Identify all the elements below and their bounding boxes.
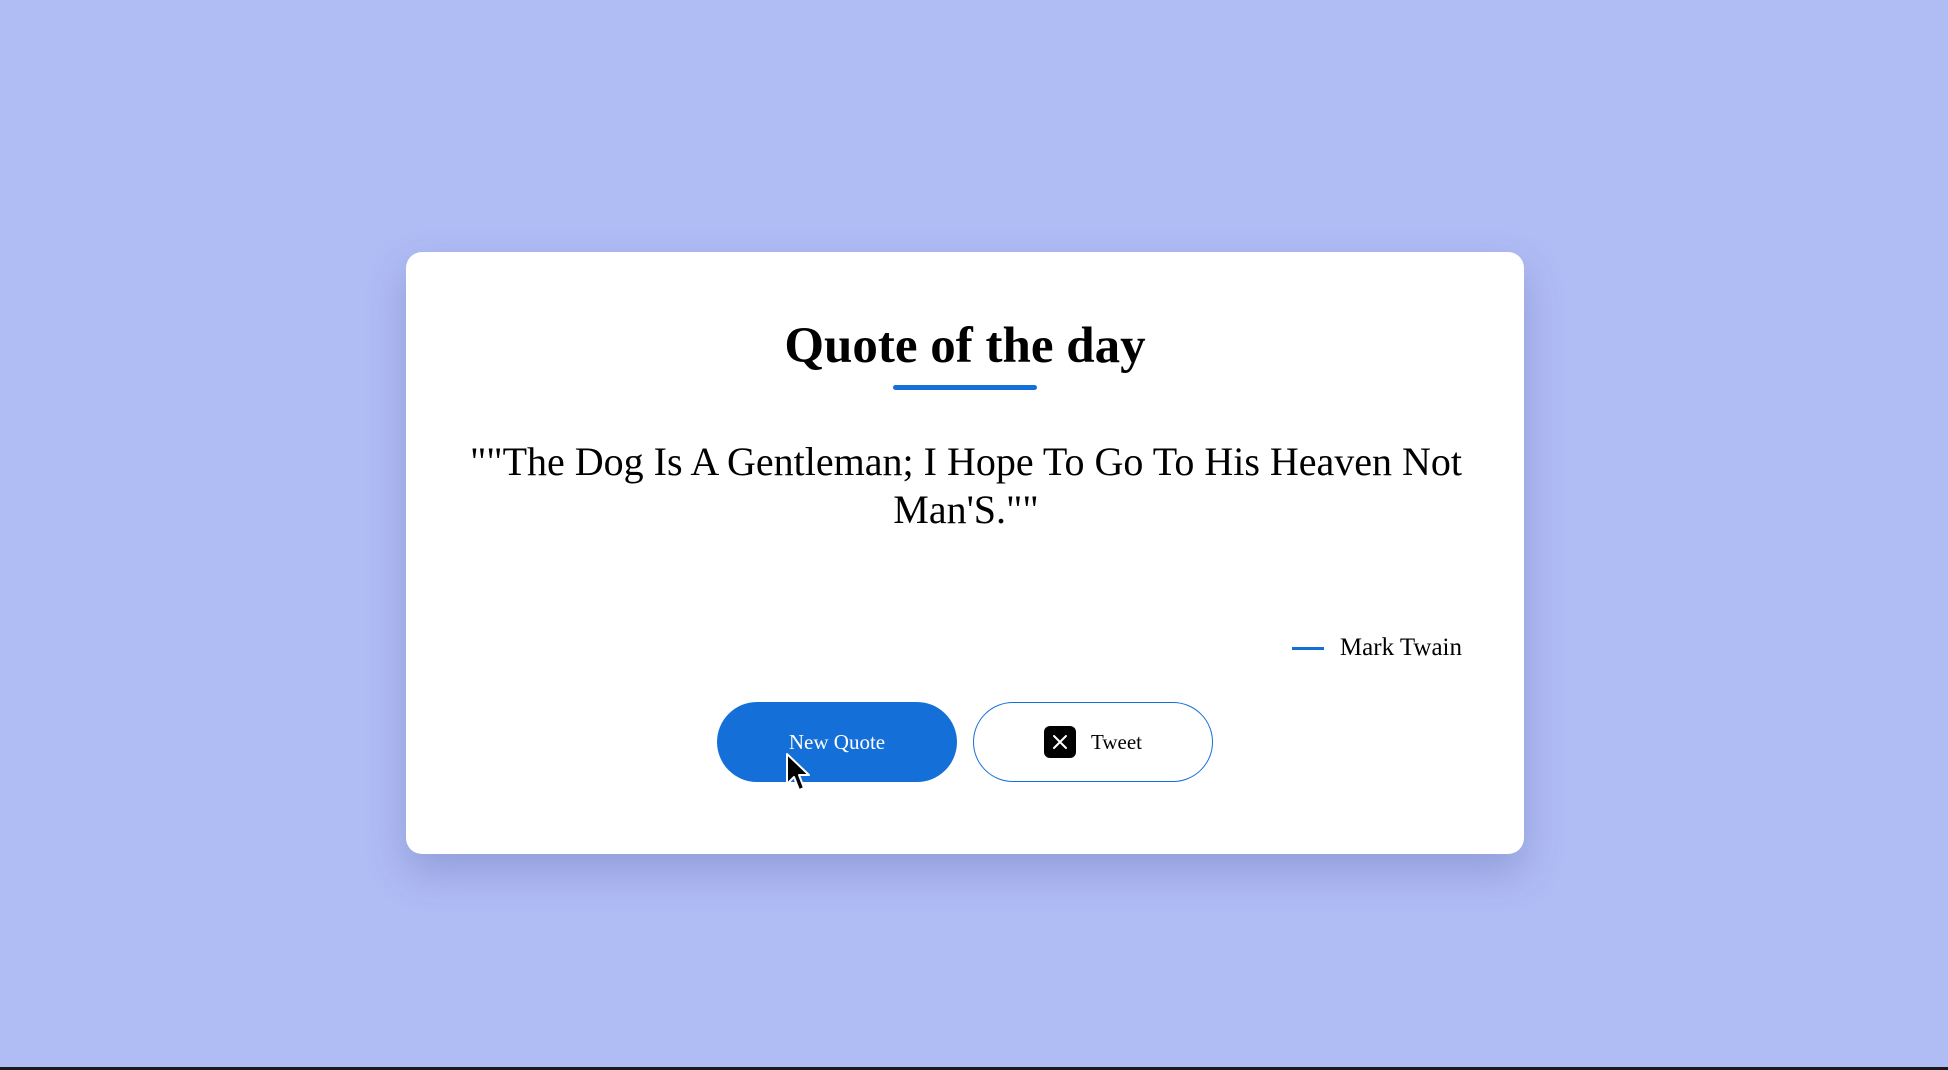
page-title: Quote of the day [784, 318, 1146, 374]
x-logo-icon [1043, 726, 1076, 758]
new-quote-button[interactable]: New Quote [717, 702, 957, 782]
author-name: Mark Twain [1339, 634, 1462, 661]
quote-card: Quote of the day ""The Dog Is A Gentlema… [406, 252, 1524, 854]
tweet-label: Tweet [1090, 729, 1142, 754]
title-underline [893, 385, 1037, 390]
author-dash [1291, 646, 1324, 650]
mouse-cursor-icon [786, 753, 810, 791]
new-quote-label: New Quote [788, 729, 886, 754]
tweet-button[interactable]: Tweet [973, 702, 1213, 782]
author-row: Mark Twain [1291, 628, 1462, 668]
quote-text: ""The Dog Is A Gentleman; I Hope To Go T… [469, 439, 1463, 532]
